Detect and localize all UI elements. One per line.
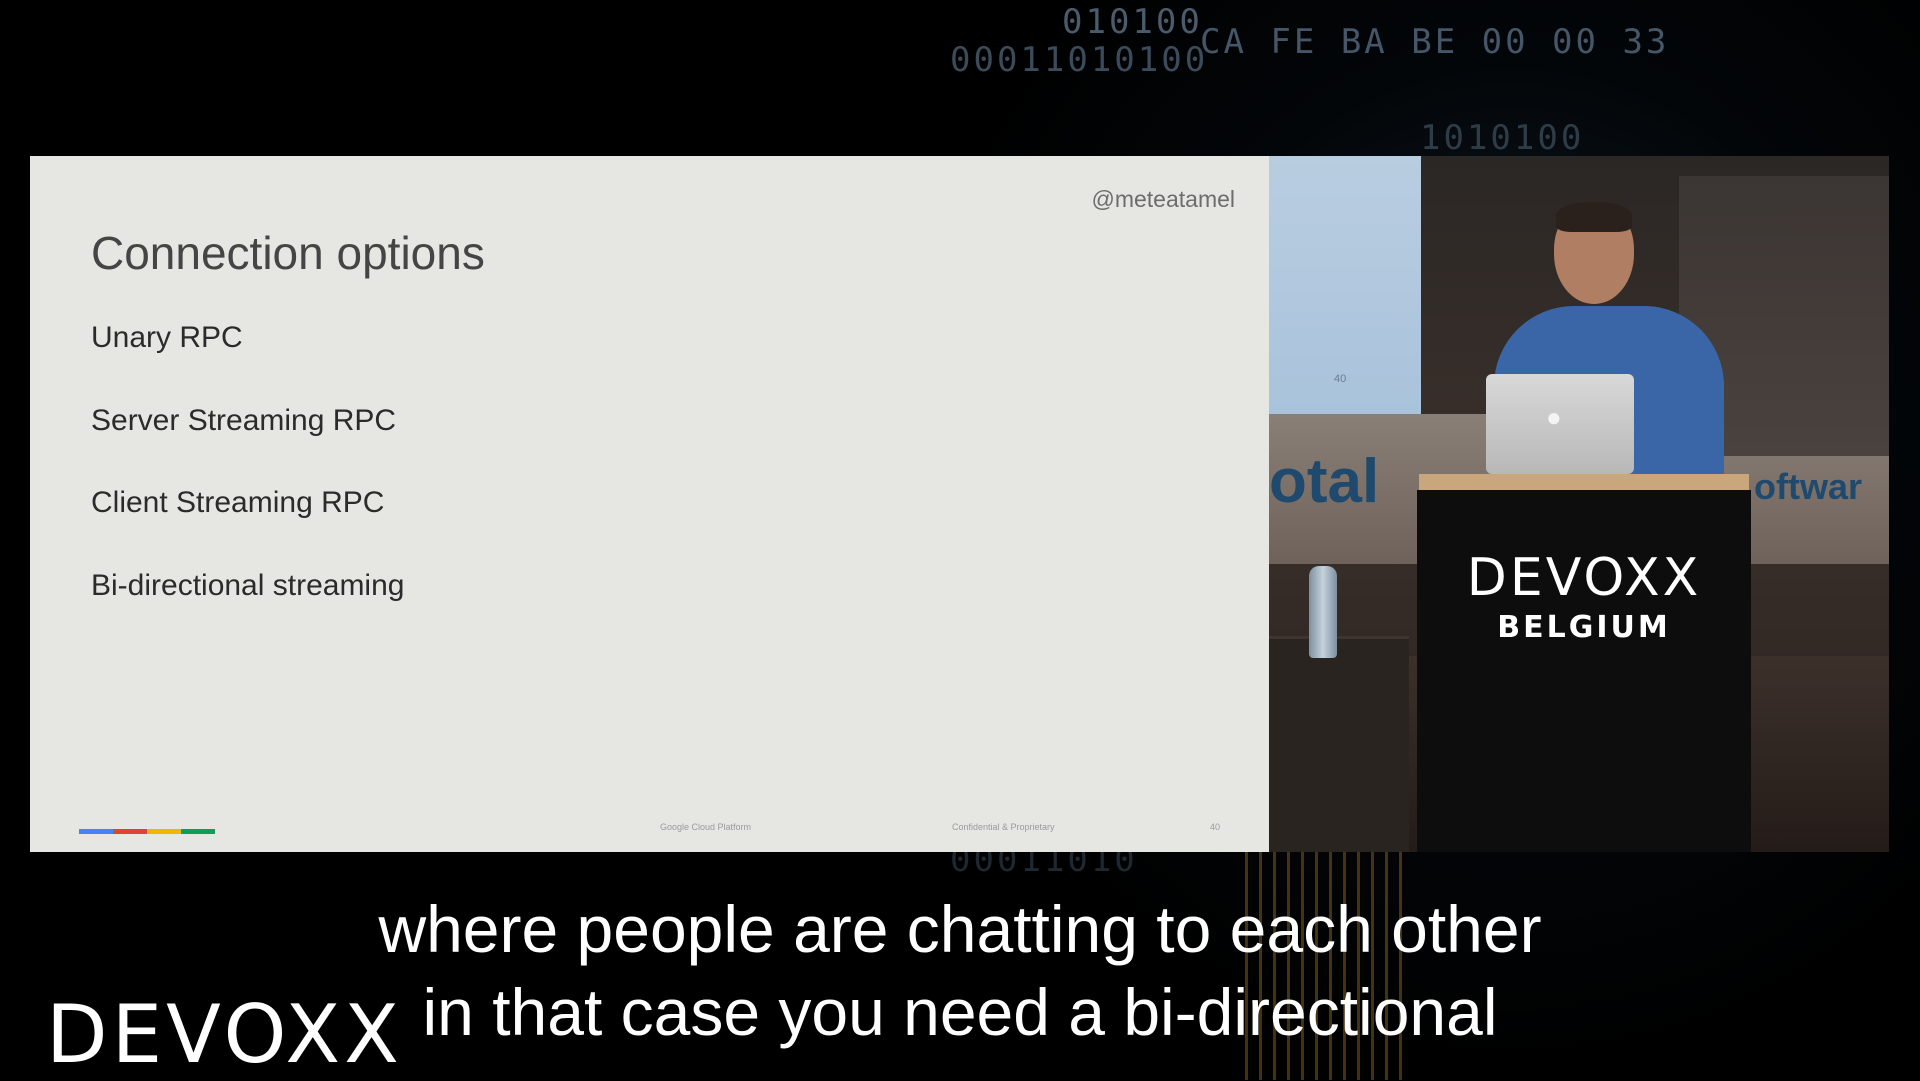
sponsor-banner-left: otal <box>1269 447 1380 516</box>
slide-bullet: Unary RPC <box>91 321 243 354</box>
google-bar-segment <box>147 829 181 834</box>
podium-brand-text: DEVOXX <box>1466 548 1702 608</box>
podium-devoxx-logo: DEVOXX <box>1417 548 1751 608</box>
hex-text: CA FE BA BE 00 00 33 <box>1200 22 1670 62</box>
apple-logo-icon: ● <box>1546 402 1562 432</box>
google-bar-segment <box>113 829 147 834</box>
side-table <box>1269 636 1409 852</box>
sponsor-banner-right: oftwar <box>1754 466 1862 507</box>
laptop: ● <box>1486 374 1634 474</box>
footer-platform: Google Cloud Platform <box>660 822 752 832</box>
slide-bullet: Server Streaming RPC <box>91 404 397 437</box>
presentation-slide: @meteatamel Connection options Unary RPC… <box>30 156 1269 852</box>
slide-title: Connection options <box>91 227 485 279</box>
speaker-camera-feed: otal oftwar 40 ● DEVOXX BELGIUM <box>1269 156 1889 852</box>
twitter-handle: @meteatamel <box>1091 186 1235 212</box>
devoxx-logo: DEVOXX <box>46 995 403 1075</box>
google-color-bar <box>79 829 215 834</box>
slide-bullet: Bi-directional streaming <box>91 569 405 602</box>
google-bar-segment <box>181 829 215 834</box>
footer-confidential: Confidential & Proprietary <box>952 822 1055 832</box>
podium-top <box>1419 474 1749 490</box>
google-bar-segment <box>79 829 113 834</box>
podium: DEVOXX BELGIUM <box>1417 490 1751 852</box>
slide-bullet: Client Streaming RPC <box>91 486 385 519</box>
subtitle-line: where people are chatting to each other <box>378 892 1542 966</box>
podium-location: BELGIUM <box>1497 610 1671 645</box>
logo-text: DEVOXX <box>46 988 403 1081</box>
screen-page-number: 40 <box>1334 373 1347 385</box>
slide-page-number: 40 <box>1210 822 1221 832</box>
binary-text: 00011010100 <box>950 40 1209 80</box>
binary-text: 010100 <box>1062 2 1203 42</box>
binary-text: 1010100 <box>1420 118 1585 158</box>
water-bottle <box>1309 566 1337 658</box>
speaker-hair <box>1556 202 1632 232</box>
projector-screen: 40 <box>1269 156 1421 414</box>
